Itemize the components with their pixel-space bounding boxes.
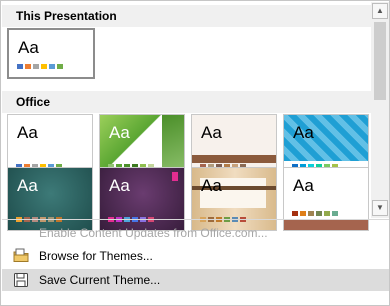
menu-item-label: Enable Content Updates from Office.com..… bbox=[39, 226, 268, 240]
theme-color-swatches bbox=[292, 211, 340, 216]
menu-item-browse-for-themes[interactable]: Browse for Themes... bbox=[2, 245, 389, 267]
section-header-this-presentation: This Presentation bbox=[2, 5, 371, 27]
theme-accent-tab bbox=[172, 172, 178, 181]
theme-color-swatch bbox=[17, 64, 23, 69]
theme-sample-text: Aa bbox=[201, 123, 222, 142]
theme-sample-text: Aa bbox=[109, 123, 130, 142]
theme-color-swatch bbox=[25, 64, 31, 69]
menu-divider bbox=[2, 219, 389, 220]
theme-sample-text: Aa bbox=[17, 176, 38, 195]
theme-thumbnail-current[interactable]: Aa bbox=[7, 28, 95, 79]
theme-color-swatches bbox=[17, 64, 65, 69]
themes-gallery-panel: This Presentation Aa Office Aa Aa Aa Aa … bbox=[0, 0, 390, 306]
theme-sample-text: Aa bbox=[109, 176, 130, 195]
theme-color-swatch bbox=[300, 211, 306, 216]
theme-sample-text: Aa bbox=[201, 176, 222, 195]
save-disk-icon bbox=[14, 273, 28, 287]
menu-item-save-current-theme[interactable]: Save Current Theme... bbox=[2, 269, 389, 291]
section-header-office: Office bbox=[2, 91, 371, 113]
theme-color-swatch bbox=[332, 211, 338, 216]
theme-sample-text: Aa bbox=[293, 176, 314, 195]
scroll-down-arrow-icon[interactable]: ▼ bbox=[372, 200, 388, 216]
menu-item-enable-content-updates: Enable Content Updates from Office.com..… bbox=[2, 222, 389, 244]
theme-color-swatch bbox=[308, 211, 314, 216]
theme-color-swatch bbox=[316, 211, 322, 216]
scroll-thumb[interactable] bbox=[374, 22, 386, 100]
theme-color-swatch bbox=[292, 211, 298, 216]
menu-item-label: Save Current Theme... bbox=[39, 273, 161, 287]
browse-folder-icon bbox=[13, 248, 29, 262]
theme-color-swatch bbox=[49, 64, 55, 69]
theme-sample-text: Aa bbox=[293, 123, 314, 142]
theme-color-swatch bbox=[33, 64, 39, 69]
gallery-scrollbar[interactable]: ▲ ▼ bbox=[371, 2, 389, 218]
menu-item-label: Browse for Themes... bbox=[39, 249, 153, 263]
scroll-up-arrow-icon[interactable]: ▲ bbox=[372, 3, 388, 19]
theme-color-swatch bbox=[41, 64, 47, 69]
theme-color-swatch bbox=[57, 64, 63, 69]
theme-color-swatch bbox=[324, 211, 330, 216]
theme-sample-text: Aa bbox=[18, 38, 39, 57]
theme-accent-bar bbox=[192, 155, 276, 163]
theme-sample-text: Aa bbox=[17, 123, 38, 142]
